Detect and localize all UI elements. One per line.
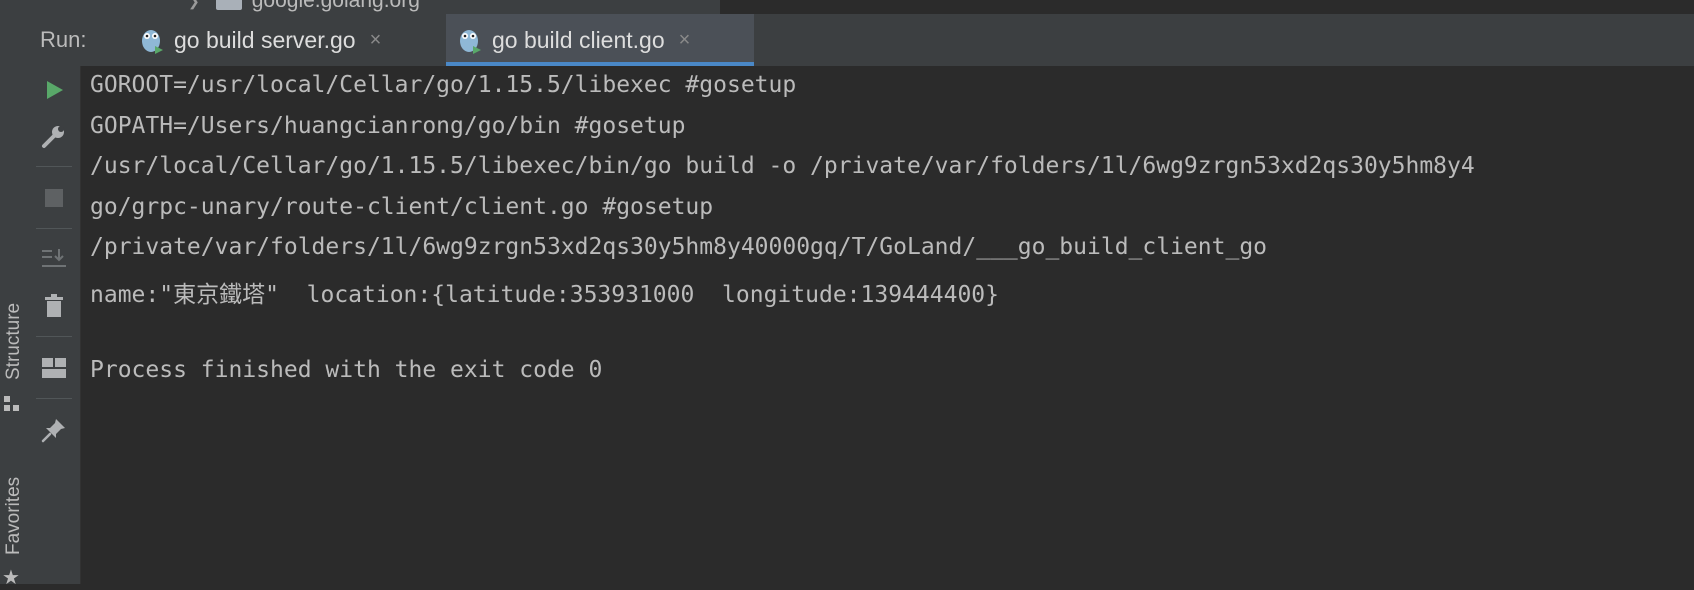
- tab-go-build-server[interactable]: go build server.go ×: [128, 14, 428, 66]
- layout-icon: [42, 358, 66, 378]
- star-icon: ★: [2, 567, 20, 589]
- folder-icon: [215, 0, 242, 10]
- tab-label: go build server.go: [174, 26, 356, 53]
- pin-icon: [41, 419, 65, 443]
- console-output[interactable]: GOROOT=/usr/local/Cellar/go/1.15.5/libex…: [81, 66, 1694, 584]
- console-line: name:"東京鐵塔" location:{latitude:353931000…: [90, 282, 999, 308]
- close-icon[interactable]: ×: [679, 29, 691, 52]
- layout-button[interactable]: [28, 348, 80, 388]
- structure-icon: [4, 396, 19, 411]
- structure-tab-label: Structure: [3, 302, 24, 380]
- left-tool-strip: Structure Favorites ★: [0, 0, 29, 589]
- run-tab-bar: Run: go build server.go × go build clien…: [28, 14, 1694, 67]
- scroll-to-end-icon: [42, 249, 66, 267]
- rerun-button[interactable]: [28, 70, 80, 110]
- run-label: Run:: [40, 27, 87, 52]
- toolbar-separator: [36, 228, 72, 229]
- toolbar-separator: [36, 336, 72, 337]
- wrench-icon: [42, 126, 64, 148]
- gopher-icon: [460, 30, 481, 54]
- console-line: GOPATH=/Users/huangcianrong/go/bin #gose…: [90, 113, 686, 139]
- toolbar-separator: [36, 166, 72, 167]
- close-icon[interactable]: ×: [370, 29, 382, 52]
- console-line: /usr/local/Cellar/go/1.15.5/libexec/bin/…: [90, 153, 1475, 179]
- console-line: GOROOT=/usr/local/Cellar/go/1.15.5/libex…: [90, 72, 797, 98]
- tab-label: go build client.go: [492, 26, 665, 53]
- rerun-icon: [47, 81, 63, 99]
- favorites-tab-label: Favorites: [3, 476, 24, 555]
- tree-item-label: google.golang.org: [251, 0, 420, 12]
- pin-tab-button[interactable]: [28, 410, 80, 450]
- favorites-tool-tab[interactable]: Favorites ★: [0, 455, 28, 589]
- tab-go-build-client[interactable]: go build client.go ×: [446, 14, 754, 66]
- stop-button[interactable]: [28, 178, 80, 218]
- chevron-right-icon: ❯: [188, 0, 200, 9]
- console-line: Process finished with the exit code 0: [90, 357, 603, 383]
- clear-all-button[interactable]: [28, 286, 80, 326]
- trash-icon: [45, 294, 63, 317]
- structure-tool-tab[interactable]: Structure: [0, 280, 28, 411]
- console-line: /private/var/folders/1l/6wg9zrgn53xd2qs3…: [90, 234, 1268, 260]
- run-tool-column: [28, 66, 81, 584]
- gopher-icon: [142, 30, 163, 54]
- console-line: go/grpc-unary/route-client/client.go #go…: [90, 194, 714, 220]
- edit-configuration-button[interactable]: [28, 116, 80, 156]
- editor-area-remnant: [722, 0, 1694, 14]
- scroll-to-end-button[interactable]: [28, 238, 80, 278]
- tree-item-google-golang[interactable]: ❯ google.golang.org: [188, 0, 420, 14]
- stop-icon: [45, 189, 63, 207]
- toolbar-separator: [36, 398, 72, 399]
